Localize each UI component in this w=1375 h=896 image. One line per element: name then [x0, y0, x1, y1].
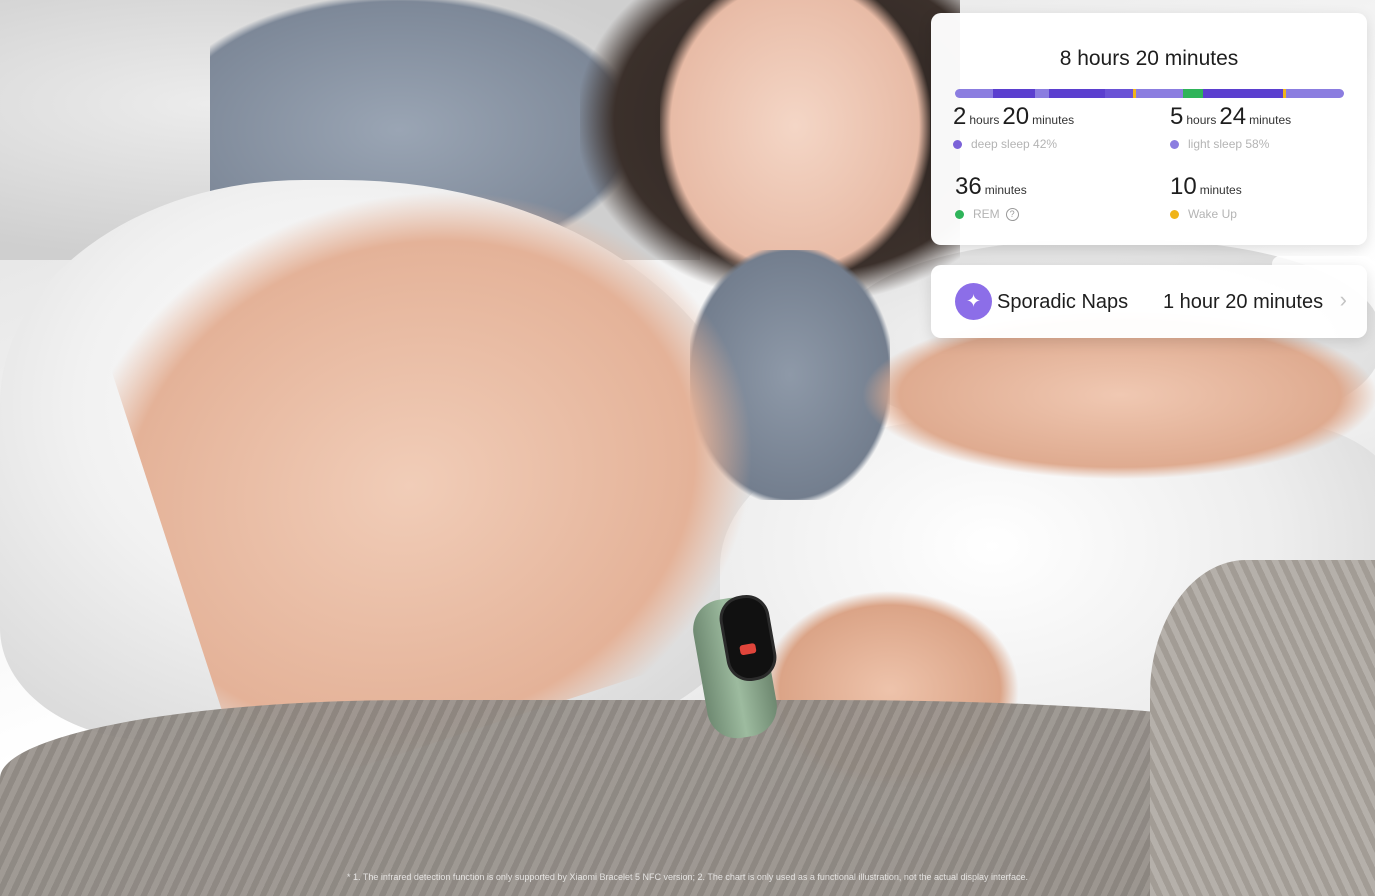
disclaimer: * 1. The infrared detection function is … — [346, 872, 1029, 882]
sleep-stage-bar — [955, 89, 1344, 98]
sleep-promo-scene: 8 hours 20 minutes 2 hours 20 minutes deep … — [0, 0, 1375, 896]
wake-stat: 10 minutes Wake Up — [1170, 173, 1242, 221]
sleep-total-duration: 8 hours 20 minutes — [1059, 47, 1239, 70]
deep-sleep-stat: 2 hours 20 minutes deep sleep 42% — [953, 103, 1075, 151]
sleep-summary-card: 8 hours 20 minutes 2 hours 20 minutes deep … — [931, 13, 1367, 245]
sleep-bar-wake-segment — [1133, 89, 1136, 98]
light-sleep-dot — [1170, 139, 1179, 149]
wake-dot — [1170, 209, 1179, 219]
rem-stat: 36 minutes REM? — [955, 173, 1027, 221]
sleep-bar-deep-segment — [993, 89, 1035, 98]
naps-title: Sporadic Naps — [997, 291, 1129, 313]
help-icon[interactable]: ? — [1005, 207, 1019, 221]
sparkle-icon: ✦ — [955, 283, 992, 320]
light-sleep-stat: 5 hours 24 minutes light sleep 58% — [1170, 103, 1292, 151]
sleep-bar-deep-segment — [1203, 89, 1283, 98]
rem-dot — [955, 209, 964, 219]
sleep-bar-deep-segment — [1049, 89, 1107, 98]
sleep-bar-wake-segment — [1283, 89, 1286, 98]
sleep-bar-rem-segment — [1183, 89, 1203, 98]
deep-sleep-dot — [953, 139, 962, 149]
naps-duration: 1 hour 20 minutes — [1163, 291, 1324, 313]
sleep-bar-deep-segment — [1105, 89, 1133, 98]
knit-blanket-right — [1150, 560, 1375, 896]
sporadic-naps-card[interactable]: ✦ Sporadic Naps 1 hour 20 minutes › — [931, 265, 1367, 338]
chevron-right-icon[interactable]: › — [1340, 287, 1347, 313]
